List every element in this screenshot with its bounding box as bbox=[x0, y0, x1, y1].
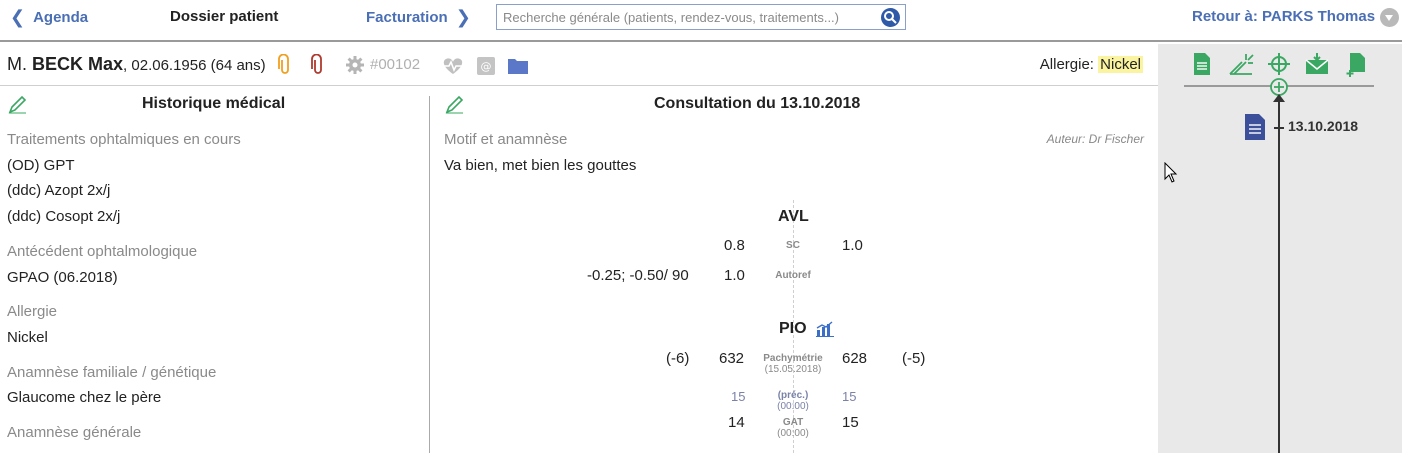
pachy-label: Pachymétrie bbox=[763, 353, 823, 364]
laser-treatment-icon[interactable] bbox=[1228, 52, 1254, 81]
pachy-left-value: 628 bbox=[842, 350, 868, 367]
agenda-back-link[interactable]: ❮ Agenda bbox=[10, 7, 88, 28]
gat-label-block: GAT (00:00) bbox=[763, 417, 823, 439]
gear-icon[interactable] bbox=[345, 55, 365, 80]
history-value: Glaucome chez le père bbox=[7, 389, 162, 406]
folder-icon[interactable] bbox=[507, 56, 529, 81]
allergy-label: Allergie: bbox=[1039, 56, 1094, 73]
retour-dropdown-icon[interactable] bbox=[1380, 8, 1399, 27]
timeline-axis bbox=[1278, 96, 1280, 453]
prec-time: (00:00) bbox=[777, 401, 809, 412]
search-icon[interactable] bbox=[881, 8, 900, 27]
patient-id: #00102 bbox=[370, 56, 421, 73]
patient-dob: , 02.06.1956 (64 ans) bbox=[123, 57, 266, 74]
history-value: GPAO (06.2018) bbox=[7, 269, 118, 286]
retour-patient-link[interactable]: Retour à: PARKS Thomas bbox=[1192, 8, 1375, 25]
agenda-label: Agenda bbox=[33, 9, 89, 26]
global-search-input[interactable] bbox=[497, 5, 867, 29]
paperclip-red-icon[interactable] bbox=[311, 53, 325, 81]
autoref-label: Autoref bbox=[775, 270, 811, 281]
history-section-label: Traitements ophtalmiques en cours bbox=[7, 131, 241, 148]
timeline-panel: 13.10.2018 bbox=[1158, 44, 1402, 453]
avl-sc-right: 0.8 bbox=[724, 237, 745, 254]
prec-label-block: (préc.) (00:00) bbox=[763, 390, 823, 412]
patient-salutation: M. bbox=[7, 54, 27, 74]
history-section-label: Allergie bbox=[7, 303, 58, 320]
gat-left-value: 15 bbox=[842, 414, 859, 431]
edit-history-pencil-icon[interactable] bbox=[8, 95, 28, 119]
page-title: Dossier patient bbox=[170, 8, 279, 25]
pio-chart-icon[interactable] bbox=[816, 321, 834, 342]
top-navigation-bar: ❮ Agenda Dossier patient Facturation ❯ R… bbox=[0, 0, 1402, 42]
edit-consultation-pencil-icon[interactable] bbox=[445, 95, 465, 119]
motif-label: Motif et anamnèse bbox=[444, 131, 568, 148]
pachy-date: (15.05.2018) bbox=[764, 364, 822, 375]
facturation-label: Facturation bbox=[366, 9, 448, 26]
gat-label: GAT bbox=[782, 417, 804, 428]
history-section-label: Antécédent ophtalmologique bbox=[7, 243, 198, 260]
history-section-label: Anamnèse générale bbox=[7, 424, 142, 441]
facturation-forward-link[interactable]: Facturation ❯ bbox=[366, 7, 471, 28]
prec-label: (préc.) bbox=[777, 390, 809, 401]
pachy-left-correction: (-5) bbox=[902, 350, 926, 367]
history-title: Historique médical bbox=[142, 95, 286, 112]
svg-text:@: @ bbox=[481, 60, 492, 73]
global-search-box bbox=[496, 4, 906, 30]
gat-right-value: 14 bbox=[728, 414, 745, 431]
history-section-label: Anamnèse familiale / génétique bbox=[7, 364, 217, 381]
consultation-document-icon[interactable] bbox=[1244, 113, 1266, 146]
autoref-right-refraction: -0.25; -0.50/ 90 bbox=[587, 267, 689, 284]
autoref-right-value: 1.0 bbox=[724, 267, 745, 284]
pio-title: PIO bbox=[779, 320, 807, 337]
mouse-pointer-icon bbox=[1164, 161, 1178, 189]
history-value: (ddc) Azopt 2x/j bbox=[7, 182, 111, 199]
paperclip-orange-icon[interactable] bbox=[278, 53, 292, 81]
allergy-indicator: Allergie: Nickel bbox=[1040, 56, 1143, 73]
heartbeat-icon[interactable] bbox=[441, 56, 465, 81]
avl-sc-left: 1.0 bbox=[842, 237, 863, 254]
avl-sc-label: SC bbox=[786, 240, 800, 251]
pachy-right-correction: (-6) bbox=[666, 350, 690, 367]
avl-title: AVL bbox=[778, 208, 809, 225]
gat-time: (00:00) bbox=[777, 428, 809, 439]
new-document-icon[interactable] bbox=[1345, 52, 1367, 83]
prec-left-value: 15 bbox=[842, 389, 857, 404]
document-icon[interactable] bbox=[1192, 52, 1212, 81]
chevron-right-icon: ❯ bbox=[455, 7, 471, 27]
history-value: (OD) GPT bbox=[7, 157, 75, 174]
letter-envelope-icon[interactable] bbox=[1304, 52, 1330, 81]
history-value: Nickel bbox=[7, 329, 48, 346]
patient-name: BECK Max bbox=[32, 54, 124, 74]
chevron-left-icon: ❮ bbox=[10, 7, 26, 27]
history-value: (ddc) Cosopt 2x/j bbox=[7, 208, 121, 225]
contact-card-icon[interactable]: @ bbox=[476, 56, 496, 81]
motif-text: Va bien, met bien les gouttes bbox=[444, 157, 637, 174]
prec-right-value: 15 bbox=[731, 389, 746, 404]
consultation-title: Consultation du 13.10.2018 bbox=[654, 95, 861, 112]
pachy-label-block: Pachymétrie (15.05.2018) bbox=[753, 353, 833, 375]
allergy-value: Nickel bbox=[1098, 56, 1143, 73]
pachy-right-value: 632 bbox=[719, 350, 745, 367]
patient-identity: M. BECK Max, 02.06.1956 (64 ans) bbox=[7, 54, 266, 75]
column-divider bbox=[429, 96, 430, 453]
consultation-author: Auteur: Dr Fischer bbox=[1046, 132, 1144, 146]
timeline-date: 13.10.2018 bbox=[1288, 118, 1359, 134]
timeline-tick bbox=[1274, 127, 1284, 129]
patient-header: M. BECK Max, 02.06.1956 (64 ans) #00102 … bbox=[0, 44, 1158, 86]
